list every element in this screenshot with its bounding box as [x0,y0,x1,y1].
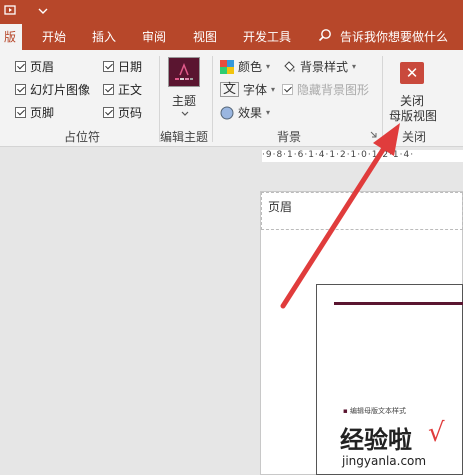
ribbon-tabs: 版 开始 插入 审阅 视图 开发工具 告诉我你想要做什么 [0,22,463,50]
dropdown-arrow-icon: ▾ [352,62,357,71]
dropdown-arrow-icon: ▾ [266,108,271,117]
tab-slide-master[interactable]: 版 [0,24,23,50]
group-label-edit-theme: 编辑主题 [160,130,209,144]
tab-view[interactable]: 视图 [193,28,217,45]
checkbox-box[interactable] [15,61,26,72]
ruler-text: ·9·8·1·6·1·4·1·2·1·0·1·2·1·4· [262,150,415,160]
close-icon[interactable]: ✕ [400,62,424,84]
checkbox-footer[interactable]: 页脚 [15,104,54,121]
watermark-title: 经验啦 [340,426,412,454]
hide-background-graphics-checkbox[interactable]: 隐藏背景图形 [282,81,369,98]
group-label-close: 关闭 [402,130,427,144]
dialog-launcher-icon[interactable] [370,131,377,138]
horizontal-ruler[interactable]: ·9·8·1·6·1·4·1·2·1·0·1·2·1·4· [262,150,463,162]
colors-button[interactable]: 颜色 ▾ [220,58,270,75]
tab-home[interactable]: 开始 [42,28,66,45]
close-master-view-button[interactable]: 母版视图 [389,107,437,124]
checkbox-header[interactable]: 页眉 [15,58,54,75]
tab-developer[interactable]: 开发工具 [243,28,291,45]
effects-button[interactable]: 效果 ▾ [220,104,270,121]
title-bar [0,0,463,22]
search-icon [318,29,331,42]
header-placeholder[interactable]: 页眉 [261,192,463,230]
group-label-placeholders: 占位符 [64,130,101,144]
checkbox-label: 页眉 [30,60,55,74]
watermark: 经验啦 √ jingyanla.com [340,418,462,474]
fonts-button[interactable]: 文 字体 ▾ [220,81,275,98]
group-label-background: 背景 [277,130,302,144]
bullet-icon: ▪ [343,407,350,415]
checkbox-box[interactable] [103,61,114,72]
checkbox-box[interactable] [15,107,26,118]
group-separator [382,56,383,142]
checkbox-box[interactable] [282,84,293,95]
checkbox-body[interactable]: 正文 [103,81,142,98]
effects-icon [220,106,234,119]
theme-button[interactable]: 主题 [172,92,196,109]
background-styles-label: 背景样式 [300,60,349,74]
checkbox-label: 正文 [118,83,143,97]
checkbox-box[interactable] [103,84,114,95]
tab-review[interactable]: 审阅 [142,28,166,45]
checkbox-slide-image[interactable]: 幻灯片图像 [15,81,90,98]
checkbox-label: 日期 [118,60,143,74]
body-text-label: 编辑母版文本样式 [349,407,406,415]
checkbox-box[interactable] [103,107,114,118]
tab-insert[interactable]: 插入 [92,28,116,45]
slideshow-icon[interactable] [4,4,18,18]
theme-button-label: 主题 [172,94,197,108]
group-separator [212,56,213,142]
title-rule-line [334,302,463,305]
theme-thumbnail-icon[interactable] [168,57,200,87]
checkbox-box[interactable] [15,84,26,95]
checkbox-date[interactable]: 日期 [103,58,142,75]
checkbox-label: 页脚 [30,106,55,120]
watermark-url: jingyanla.com [342,454,427,468]
watermark-check-icon: √ [428,418,445,448]
header-placeholder-label: 页眉 [268,200,293,214]
checkbox-page-number[interactable]: 页码 [103,104,142,121]
colors-label: 颜色 [238,60,263,74]
background-styles-button[interactable]: 背景样式 ▾ [282,58,356,75]
checkbox-label: 页码 [118,106,143,120]
paint-bucket-icon [284,60,295,72]
dropdown-arrow-icon: ▾ [271,85,276,94]
color-palette-icon [220,59,234,74]
checkbox-label: 幻灯片图像 [30,83,91,97]
chevron-down-icon[interactable] [38,7,48,15]
dropdown-arrow-icon: ▾ [266,62,271,71]
effects-label: 效果 [238,106,263,120]
chevron-down-icon[interactable] [181,111,189,117]
fonts-label: 字体 [243,83,268,97]
body-text-placeholder[interactable]: ▪ 编辑母版文本样式 [343,406,406,416]
tell-me-search[interactable]: 告诉我你想要做什么 [340,28,448,45]
font-icon: 文 [220,82,240,97]
hide-background-graphics-label: 隐藏背景图形 [297,83,370,97]
